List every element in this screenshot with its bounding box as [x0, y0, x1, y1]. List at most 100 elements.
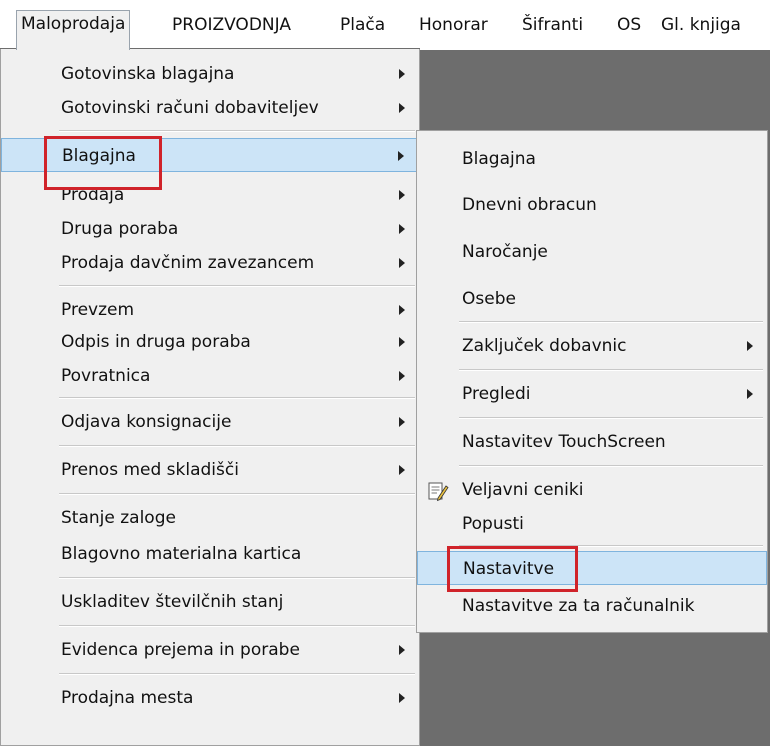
menu-item-label: Gotovinska blagajna: [61, 64, 235, 84]
submenu-item-nastavitve[interactable]: Nastavitve: [417, 551, 767, 585]
submenu-arrow-icon: [399, 305, 405, 315]
submenu-arrow-icon: [399, 258, 405, 268]
menu-item-label: Prodaja: [61, 185, 125, 205]
submenu-arrow-icon: [399, 69, 405, 79]
submenu-arrow-icon: [399, 190, 405, 200]
menu-separator: [59, 130, 415, 132]
menu-item-label: Dnevni obracun: [462, 195, 597, 215]
submenu-arrow-icon: [399, 693, 405, 703]
menu-item-gotovinski-racuni[interactable]: Gotovinski računi dobaviteljev: [1, 91, 419, 125]
menu-separator: [459, 465, 763, 467]
submenu-item-blagajna[interactable]: Blagajna: [417, 142, 767, 176]
menu-item-label: Blagovno materialna kartica: [61, 544, 302, 564]
menu-separator: [59, 493, 415, 495]
menu-item-label: Prodajna mesta: [61, 688, 194, 708]
submenu-arrow-icon: [399, 417, 405, 427]
menu-item-gotovinska-blagajna[interactable]: Gotovinska blagajna: [1, 57, 419, 91]
menu-item-label: Osebe: [462, 289, 516, 309]
menu-separator: [59, 673, 415, 675]
menu-item-blagovno-materialna-kartica[interactable]: Blagovno materialna kartica: [1, 537, 419, 571]
menu-gl-knjiga[interactable]: Gl. knjiga: [657, 12, 745, 40]
menu-label: Maloprodaja: [21, 14, 126, 34]
submenu-arrow-icon: [747, 389, 753, 399]
menu-honorar[interactable]: Honorar: [415, 12, 492, 40]
submenu-item-pregledi[interactable]: Pregledi: [417, 377, 767, 411]
menu-separator: [459, 369, 763, 371]
blagajna-submenu: Blagajna Dnevni obracun Naročanje Osebe …: [416, 130, 768, 633]
menu-item-prodajna-mesta[interactable]: Prodajna mesta: [1, 681, 419, 715]
menu-label: Honorar: [419, 15, 488, 35]
menu-item-prevzem[interactable]: Prevzem: [1, 293, 419, 327]
menu-item-label: Prodaja davčnim zavezancem: [61, 253, 315, 273]
menu-sifranti[interactable]: Šifranti: [518, 12, 587, 40]
menu-separator: [59, 577, 415, 579]
submenu-arrow-icon: [399, 337, 405, 347]
menu-separator: [459, 321, 763, 323]
menu-item-label: Prenos med skladišči: [61, 460, 239, 480]
submenu-item-nastavitve-za-racunalnik[interactable]: Nastavitve za ta računalnik: [417, 589, 767, 623]
submenu-arrow-icon: [398, 151, 404, 161]
menu-separator: [459, 545, 763, 547]
submenu-item-dnevni-obracun[interactable]: Dnevni obracun: [417, 188, 767, 222]
menu-item-label: Odpis in druga poraba: [61, 332, 251, 352]
menu-item-label: Evidenca prejema in porabe: [61, 640, 300, 660]
menu-item-label: Blagajna: [462, 149, 536, 169]
menu-item-label: Druga poraba: [61, 219, 179, 239]
menu-item-label: Zaključek dobavnic: [462, 336, 627, 356]
menu-label: OS: [617, 15, 642, 35]
menu-item-odpis[interactable]: Odpis in druga poraba: [1, 325, 419, 359]
menu-separator: [59, 625, 415, 627]
menu-label: Šifranti: [522, 15, 584, 35]
menu-label: Plača: [340, 15, 386, 35]
menu-separator: [459, 417, 763, 419]
submenu-arrow-icon: [747, 341, 753, 351]
submenu-item-zakljucek-dobavnic[interactable]: Zaključek dobavnic: [417, 329, 767, 363]
menu-item-label: Blagajna: [62, 146, 136, 166]
menu-item-blagajna[interactable]: Blagajna: [1, 138, 419, 172]
menu-item-odjava-konsignacije[interactable]: Odjava konsignacije: [1, 405, 419, 439]
menu-maloprodaja[interactable]: Maloprodaja: [16, 10, 131, 50]
edit-document-icon: [428, 482, 449, 502]
submenu-arrow-icon: [399, 465, 405, 475]
menu-item-uskladitev[interactable]: Uskladitev številčnih stanj: [1, 585, 419, 619]
submenu-item-veljavni-ceniki[interactable]: Veljavni ceniki: [417, 473, 767, 507]
menu-item-label: Uskladitev številčnih stanj: [61, 592, 284, 612]
menu-item-label: Povratnica: [61, 366, 151, 386]
submenu-arrow-icon: [399, 224, 405, 234]
submenu-arrow-icon: [399, 371, 405, 381]
menu-item-prodaja-davcnim[interactable]: Prodaja davčnim zavezancem: [1, 246, 419, 280]
menu-placa[interactable]: Plača: [336, 12, 389, 40]
menu-item-label: Popusti: [462, 514, 524, 534]
menu-item-label: Stanje zaloge: [61, 508, 176, 528]
menu-item-label: Nastavitve: [463, 559, 555, 579]
menu-item-label: Nastavitve za ta računalnik: [462, 596, 695, 616]
submenu-item-narocanje[interactable]: Naročanje: [417, 235, 767, 269]
submenu-arrow-icon: [399, 645, 405, 655]
menu-item-stanje-zaloge[interactable]: Stanje zaloge: [1, 501, 419, 535]
menu-item-label: Pregledi: [462, 384, 531, 404]
menu-item-label: Veljavni ceniki: [462, 480, 584, 500]
menu-separator: [59, 285, 415, 287]
menu-item-druga-poraba[interactable]: Druga poraba: [1, 212, 419, 246]
menu-os[interactable]: OS: [613, 12, 645, 40]
submenu-item-popusti[interactable]: Popusti: [417, 507, 767, 541]
menu-item-label: Naročanje: [462, 242, 548, 262]
menu-label: PROIZVODNJA: [172, 15, 291, 35]
maloprodaja-dropdown: Gotovinska blagajna Gotovinski računi do…: [0, 49, 420, 746]
submenu-item-osebe[interactable]: Osebe: [417, 282, 767, 316]
menu-item-prodaja[interactable]: Prodaja: [1, 178, 419, 212]
menu-item-label: Prevzem: [61, 300, 135, 320]
menu-item-prenos-med-skladisci[interactable]: Prenos med skladišči: [1, 453, 419, 487]
menu-separator: [59, 445, 415, 447]
menu-bar: Maloprodaja PROIZVODNJA Plača Honorar Ši…: [0, 0, 770, 50]
menu-separator: [59, 397, 415, 399]
submenu-item-nastavitev-touchscreen[interactable]: Nastavitev TouchScreen: [417, 425, 767, 459]
submenu-arrow-icon: [399, 103, 405, 113]
menu-item-label: Nastavitev TouchScreen: [462, 432, 666, 452]
menu-proizvodnja[interactable]: PROIZVODNJA: [168, 12, 295, 40]
menu-label: Gl. knjiga: [661, 15, 741, 35]
menu-item-povratnica[interactable]: Povratnica: [1, 359, 419, 393]
menu-item-label: Gotovinski računi dobaviteljev: [61, 98, 319, 118]
menu-item-label: Odjava konsignacije: [61, 412, 232, 432]
menu-item-evidenca[interactable]: Evidenca prejema in porabe: [1, 633, 419, 667]
